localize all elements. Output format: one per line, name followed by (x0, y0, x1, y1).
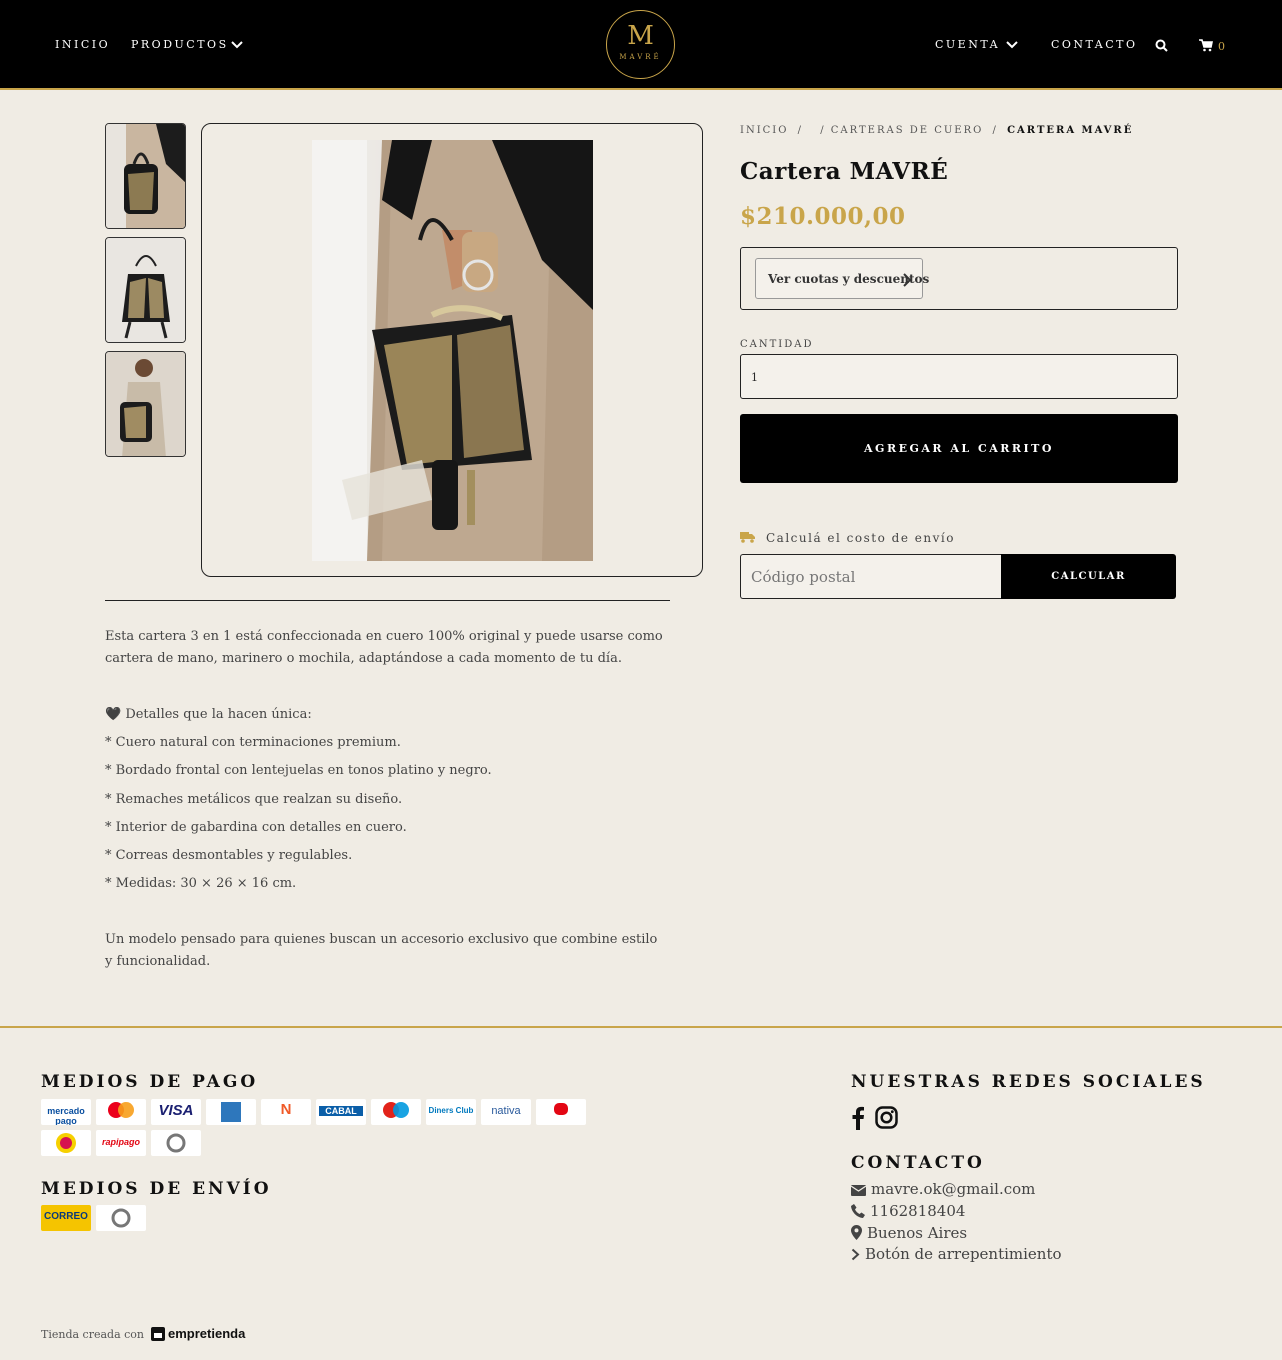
logo-letter: M (627, 21, 654, 51)
logo-text: MAVRÉ (619, 53, 662, 61)
description-closing: Un modelo pensado para quienes buscan un… (105, 932, 658, 969)
nav-productos[interactable]: PRODUCTOS (131, 38, 229, 51)
location-text: Buenos Aires (867, 1224, 968, 1242)
contact-email[interactable]: mavre.ok@gmail.com (850, 1180, 1036, 1198)
detail-item: * Interior de gabardina con detalles en … (105, 820, 407, 835)
contact-phone[interactable]: 1162818404 (851, 1202, 965, 1220)
detail-item: * Remaches metálicos que realzan su dise… (105, 792, 403, 807)
zip-placeholder: Código postal (751, 568, 856, 586)
quantity-input[interactable]: 1 (740, 354, 1178, 399)
footer-divider (0, 1026, 1282, 1028)
email-text: mavre.ok@gmail.com (871, 1180, 1036, 1198)
payment-logo-naranja: N (261, 1099, 311, 1125)
payment-logo-maestro (371, 1099, 421, 1125)
payment-logo-amex (206, 1099, 256, 1125)
installments-button[interactable]: Ver cuotas y descuentos (755, 258, 929, 299)
breadcrumb-inicio[interactable]: INICIO (740, 125, 788, 136)
installments-box: Ver cuotas y descuentos (740, 247, 1178, 310)
detail-item: * Correas desmontables y regulables. (105, 848, 353, 863)
contact-title: CONTACTO (851, 1153, 985, 1173)
credit-prefix: Tienda creada con (41, 1328, 144, 1341)
payment-logo-mastercard (96, 1099, 146, 1125)
envelope-icon (850, 1185, 867, 1196)
cart-icon[interactable] (1199, 39, 1213, 52)
regret-text: Botón de arrepentimiento (865, 1245, 1062, 1263)
detail-item: * Cuero natural con terminaciones premiu… (105, 735, 401, 750)
breadcrumb-separator: / (797, 125, 804, 136)
description-divider (105, 600, 670, 601)
map-pin-icon (851, 1225, 862, 1240)
payment-logo-rapipago: rapipago (96, 1130, 146, 1156)
product-thumbnail[interactable] (105, 237, 186, 343)
thumbnail-photo-2 (106, 238, 185, 342)
product-price: $210.000,00 (740, 203, 906, 230)
thumbnail-photo-1 (106, 124, 185, 228)
quantity-label: CANTIDAD (740, 339, 814, 350)
payment-logo-visa: VISA (151, 1099, 201, 1125)
nav-inicio[interactable]: INICIO (55, 38, 110, 51)
social-title: NUESTRAS REDES SOCIALES (851, 1072, 1206, 1092)
payment-title: MEDIOS DE PAGO (41, 1072, 259, 1092)
quantity-value: 1 (751, 371, 758, 384)
store-credit: Tienda creada con empretienda (41, 1326, 245, 1341)
instagram-icon[interactable] (875, 1106, 898, 1129)
payment-logo-argencard (536, 1099, 586, 1125)
contact-location: Buenos Aires (851, 1224, 967, 1242)
payment-logo-efectivo (151, 1130, 201, 1156)
zip-code-input[interactable]: Código postal (740, 554, 1002, 599)
thumbnail-photo-3 (106, 352, 185, 456)
payment-logo-nativa: nativa (481, 1099, 531, 1125)
empretienda-logo-icon (150, 1327, 165, 1341)
product-thumbnail[interactable] (105, 123, 186, 229)
product-thumbnail[interactable] (105, 351, 186, 457)
truck-icon (740, 532, 755, 543)
nav-contacto[interactable]: CONTACTO (1051, 38, 1138, 51)
chevron-right-icon (903, 273, 912, 287)
cart-count[interactable]: 0 (1218, 40, 1225, 53)
breadcrumb-category[interactable]: / CARTERAS DE CUERO (820, 125, 983, 136)
shipping-logo-generic (96, 1205, 146, 1231)
chevron-right-icon (851, 1248, 860, 1261)
brand-logo[interactable]: M MAVRÉ (606, 10, 675, 79)
search-icon[interactable] (1155, 39, 1168, 52)
payment-logo-mercadopago: mercado pago (41, 1099, 91, 1125)
regret-button-link[interactable]: Botón de arrepentimiento (851, 1245, 1062, 1263)
credit-brand[interactable]: empretienda (168, 1326, 245, 1341)
site-header: INICIO PRODUCTOS M MAVRÉ CUENTA CONTACTO… (0, 0, 1282, 90)
shipping-logo-correo: CORREO (41, 1205, 91, 1231)
facebook-icon[interactable] (851, 1106, 865, 1130)
detail-item: * Medidas: 30 × 26 × 16 cm. (105, 876, 297, 891)
shipping-label: Calculá el costo de envío (766, 531, 955, 545)
chevron-down-icon[interactable] (230, 38, 244, 52)
detail-item: * Bordado frontal con lentejuelas en ton… (105, 763, 492, 778)
breadcrumb-current: CARTERA MAVRÉ (1007, 125, 1134, 136)
add-to-cart-button[interactable]: AGREGAR AL CARRITO (740, 414, 1178, 483)
product-photo (312, 140, 593, 561)
description-intro: Esta cartera 3 en 1 está confeccionada e… (105, 629, 663, 666)
breadcrumb: INICIO / / CARTERAS DE CUERO / CARTERA M… (740, 125, 1137, 136)
calculate-button[interactable]: CALCULAR (1001, 554, 1176, 599)
product-main-image[interactable] (312, 140, 593, 561)
payment-logo-pagofacil (41, 1130, 91, 1156)
product-title: Cartera MAVRÉ (740, 158, 949, 185)
payment-logo-diners: Diners Club (426, 1099, 476, 1125)
phone-icon (851, 1204, 865, 1218)
nav-cuenta[interactable]: CUENTA (935, 38, 1000, 51)
chevron-down-icon[interactable] (1005, 38, 1019, 52)
shipping-methods-title: MEDIOS DE ENVÍO (41, 1179, 272, 1199)
main-image-frame (201, 123, 703, 577)
details-title: 🖤 Detalles que la hacen única: (105, 707, 312, 722)
phone-text: 1162818404 (870, 1202, 966, 1220)
payment-logo-cabal: CABAL (316, 1099, 366, 1125)
breadcrumb-separator: / (992, 125, 998, 136)
